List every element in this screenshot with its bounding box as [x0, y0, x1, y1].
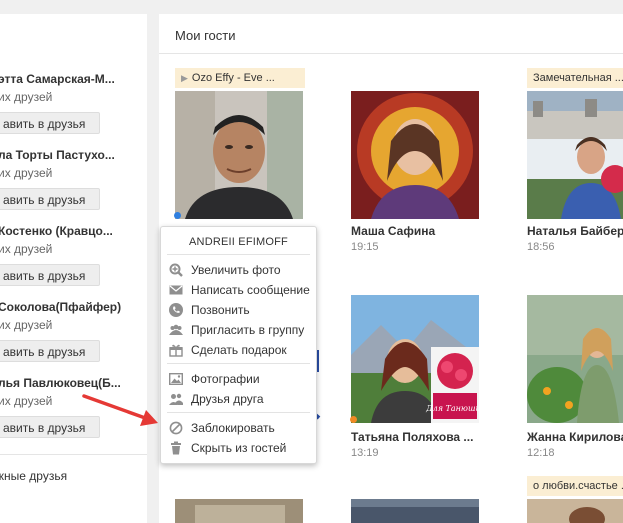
divider — [167, 412, 310, 413]
add-friend-button[interactable]: авить в друзья — [0, 112, 100, 134]
guest-name[interactable]: Жанна Кирилова — [527, 430, 623, 444]
menu-item-make-gift[interactable]: Сделать подарок — [169, 340, 287, 358]
gift-icon — [169, 344, 183, 357]
guest-name[interactable]: Наталья Байбер — [527, 224, 623, 238]
status-tag[interactable]: Замечательная ... — [527, 68, 623, 88]
online-indicator — [174, 212, 181, 219]
add-friend-button[interactable]: авить в друзья — [0, 416, 100, 438]
group-icon — [169, 324, 183, 335]
photo-caption-text: Для Танюши! — [425, 404, 479, 413]
visit-time: 19:15 — [351, 241, 379, 253]
menu-item-hide-from-guests[interactable]: Скрыть из гостей — [169, 438, 286, 456]
friend-mutual: их друзей — [0, 242, 53, 256]
guest-photo[interactable] — [175, 91, 303, 219]
add-friend-button[interactable]: авить в друзья — [0, 340, 100, 362]
divider — [167, 254, 310, 255]
friends-icon — [169, 393, 183, 405]
divider — [167, 363, 310, 364]
status-tag[interactable]: о любви.счастье ... — [527, 476, 623, 496]
friend-mutual: их друзей — [0, 166, 53, 180]
guest-context-menu: ANDREII EFIMOFF Увеличить фото Написать … — [160, 226, 317, 464]
menu-item-block[interactable]: Заблокировать — [169, 418, 275, 436]
friend-name[interactable]: лья Павлюковец(Б... — [0, 376, 121, 390]
add-friend-button[interactable]: авить в друзья — [0, 264, 100, 286]
photo-icon — [169, 372, 183, 385]
menu-item-photos[interactable]: Фотографии — [169, 369, 260, 387]
visit-time: 13:19 — [351, 447, 379, 459]
guest-photo[interactable] — [527, 295, 623, 423]
guest-name[interactable]: Маша Сафина — [351, 224, 435, 238]
online-indicator — [350, 416, 357, 423]
menu-item-write-message[interactable]: Написать сообщение — [169, 280, 310, 298]
menu-item-invite-group[interactable]: Пригласить в группу — [169, 320, 304, 338]
visit-time: 18:56 — [527, 241, 555, 253]
friend-name[interactable]: этта Самарская-М... — [0, 72, 115, 86]
guest-photo[interactable] — [527, 91, 623, 219]
friend-mutual: их друзей — [0, 394, 53, 408]
possible-friends-link[interactable]: жные друзья — [0, 469, 67, 483]
guest-photo[interactable] — [351, 91, 479, 219]
friend-name[interactable]: ла Торты Пастухо... — [0, 148, 115, 162]
guest-name[interactable]: Татьяна Поляхова ... — [351, 430, 473, 444]
menu-user-name[interactable]: ANDREII EFIMOFF — [161, 236, 316, 248]
divider — [159, 53, 623, 54]
zoom-icon — [169, 263, 183, 277]
menu-item-friends-of-friend[interactable]: Друзья друга — [169, 389, 264, 407]
menu-item-enlarge-photo[interactable]: Увеличить фото — [169, 260, 281, 278]
possible-friends-panel: этта Самарская-М... их друзей авить в др… — [0, 14, 147, 523]
guest-photo[interactable] — [351, 499, 479, 523]
guest-photo[interactable]: Для Танюши! — [351, 295, 479, 423]
friend-mutual: их друзей — [0, 318, 53, 332]
status-tag[interactable]: ▶ Ozo Effy - Eve ... — [175, 68, 305, 88]
add-friend-button[interactable]: авить в друзья — [0, 188, 100, 210]
divider — [0, 454, 147, 455]
friend-name[interactable]: Костенко (Кравцо... — [0, 224, 113, 238]
trash-icon — [171, 441, 181, 455]
friend-mutual: их друзей — [0, 90, 53, 104]
friend-name[interactable]: Соколова(Пфайфер) — [0, 300, 121, 314]
page-title: Мои гости — [175, 28, 236, 43]
play-icon: ▶ — [181, 73, 188, 83]
menu-item-call[interactable]: Позвонить — [169, 300, 250, 318]
guest-photo[interactable] — [527, 499, 623, 523]
guest-photo[interactable] — [175, 499, 303, 523]
block-icon — [169, 421, 183, 435]
envelope-icon — [169, 285, 183, 295]
visit-time: 12:18 — [527, 447, 555, 459]
phone-icon — [169, 302, 183, 317]
